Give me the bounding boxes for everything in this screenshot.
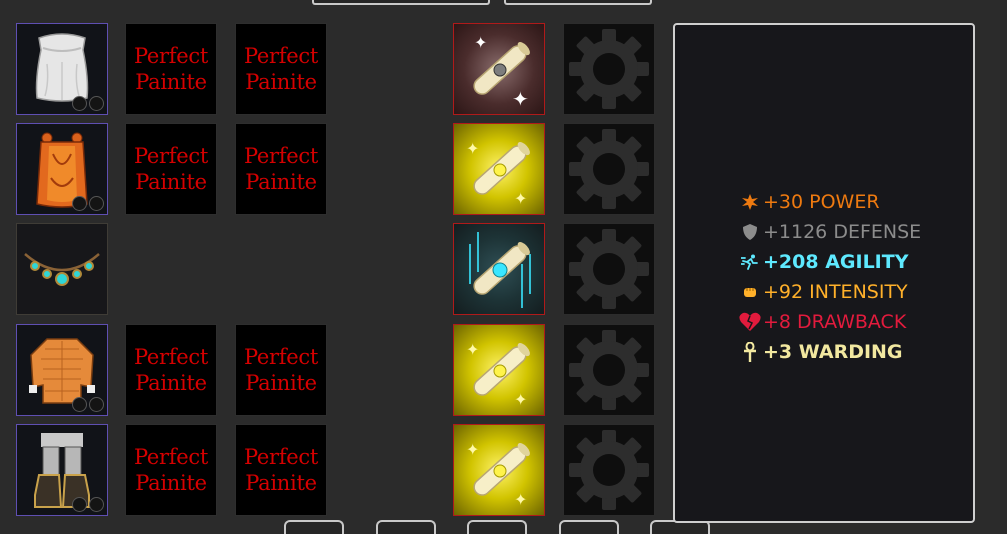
- svg-text:✦: ✦: [512, 87, 529, 111]
- gear-icon: [569, 129, 649, 209]
- stat-warding: +3 WARDING: [739, 337, 921, 367]
- gem-slot[interactable]: Perfect Painite: [235, 324, 327, 416]
- necklace-icon: [24, 253, 100, 286]
- upgrade-gear-slot[interactable]: [563, 23, 655, 115]
- svg-text:✦: ✦: [466, 139, 479, 158]
- gem-slot[interactable]: Perfect Painite: [125, 123, 217, 215]
- equipment-slot-boots[interactable]: [16, 424, 108, 516]
- enchant-scroll-slot[interactable]: ✦ ✦: [453, 123, 545, 215]
- gem-slot[interactable]: Perfect Painite: [125, 424, 217, 516]
- bottom-tab-2[interactable]: [376, 520, 436, 534]
- ankh-icon: [739, 342, 761, 362]
- gear-icon: [569, 330, 649, 410]
- gem-name-line2: Painite: [245, 371, 317, 395]
- upgrade-gear-slot[interactable]: [563, 223, 655, 315]
- upgrade-gear-slot[interactable]: [563, 424, 655, 516]
- socket-pair: [72, 497, 104, 512]
- stat-agility: +208 AGILITY: [739, 247, 921, 277]
- bottom-tab-1[interactable]: [284, 520, 344, 534]
- stat-intensity-text: +92 INTENSITY: [763, 281, 908, 303]
- stat-drawback: +8 DRAWBACK: [739, 307, 921, 337]
- socket-pair: [72, 397, 104, 412]
- upgrade-gear-slot[interactable]: [563, 123, 655, 215]
- stat-defense-text: +1126 DEFENSE: [763, 221, 922, 243]
- equipment-slot-necklace[interactable]: [16, 223, 108, 315]
- stat-intensity: +92 INTENSITY: [739, 277, 921, 307]
- svg-text:✦: ✦: [466, 440, 479, 459]
- svg-text:✦: ✦: [514, 189, 527, 208]
- stat-warding-text: +3 WARDING: [763, 341, 903, 363]
- enchant-scroll-slot[interactable]: ✦ ✦: [453, 424, 545, 516]
- bottom-tab-3[interactable]: [467, 520, 527, 534]
- gem-name-line1: Perfect: [244, 144, 318, 168]
- gem-name-line1: Perfect: [134, 345, 208, 369]
- top-field-right[interactable]: [504, 0, 652, 5]
- stat-drawback-text: +8 DRAWBACK: [763, 311, 907, 333]
- svg-text:✦: ✦: [514, 490, 527, 509]
- stat-power-text: +30 POWER: [763, 191, 880, 213]
- equipment-slot-cape[interactable]: [16, 23, 108, 115]
- power-burst-icon: [739, 194, 761, 210]
- gem-slot[interactable]: Perfect Painite: [235, 23, 327, 115]
- shield-icon: [739, 224, 761, 240]
- socket-pair: [72, 196, 104, 211]
- stat-agility-text: +208 AGILITY: [763, 251, 909, 273]
- gem-name-line2: Painite: [135, 371, 207, 395]
- scroll-icon: ✦ ✦: [466, 440, 530, 509]
- enchant-scroll-slot[interactable]: ✦ ✦: [453, 324, 545, 416]
- scroll-icon: ✦ ✦: [466, 340, 530, 409]
- gem-slot[interactable]: Perfect Painite: [125, 23, 217, 115]
- gem-slot[interactable]: Perfect Painite: [235, 123, 327, 215]
- svg-text:✦: ✦: [474, 33, 487, 52]
- upgrade-gear-slot[interactable]: [563, 324, 655, 416]
- stat-power: +30 POWER: [739, 187, 921, 217]
- svg-text:✦: ✦: [466, 340, 479, 359]
- gem-name-line1: Perfect: [134, 445, 208, 469]
- gem-name-line2: Painite: [135, 471, 207, 495]
- gem-name-line2: Painite: [245, 70, 317, 94]
- gem-name-line1: Perfect: [134, 144, 208, 168]
- gem-name-line1: Perfect: [134, 44, 208, 68]
- svg-text:✦: ✦: [514, 390, 527, 409]
- gear-icon: [569, 229, 649, 309]
- scroll-icon: ✦ ✦: [466, 139, 530, 208]
- gem-slot[interactable]: Perfect Painite: [125, 324, 217, 416]
- stats-panel: +30 POWER +1126 DEFENSE +208 AGILITY +92…: [673, 23, 975, 523]
- gem-name-line1: Perfect: [244, 445, 318, 469]
- stats-list: +30 POWER +1126 DEFENSE +208 AGILITY +92…: [739, 187, 921, 367]
- enchant-scroll-slot[interactable]: ✦ ✦: [453, 23, 545, 115]
- gem-slot[interactable]: Perfect Painite: [235, 424, 327, 516]
- fist-icon: [739, 285, 761, 299]
- socket-pair: [72, 96, 104, 111]
- scroll-icon: [469, 232, 531, 308]
- enchant-scroll-slot[interactable]: [453, 223, 545, 315]
- stat-defense: +1126 DEFENSE: [739, 217, 921, 247]
- running-figure-icon: [739, 254, 761, 270]
- equipment-slot-jacket[interactable]: [16, 324, 108, 416]
- gem-name-line1: Perfect: [244, 345, 318, 369]
- equipment-slot-robe[interactable]: [16, 123, 108, 215]
- scroll-icon: ✦ ✦: [473, 33, 530, 111]
- gear-icon: [569, 29, 649, 109]
- gear-icon: [569, 430, 649, 510]
- bottom-tab-4[interactable]: [559, 520, 619, 534]
- gem-name-line1: Perfect: [244, 44, 318, 68]
- broken-heart-icon: [739, 312, 761, 332]
- gem-name-line2: Painite: [245, 471, 317, 495]
- gem-name-line2: Painite: [135, 170, 207, 194]
- gem-name-line2: Painite: [135, 70, 207, 94]
- gem-name-line2: Painite: [245, 170, 317, 194]
- top-field-left[interactable]: [312, 0, 490, 5]
